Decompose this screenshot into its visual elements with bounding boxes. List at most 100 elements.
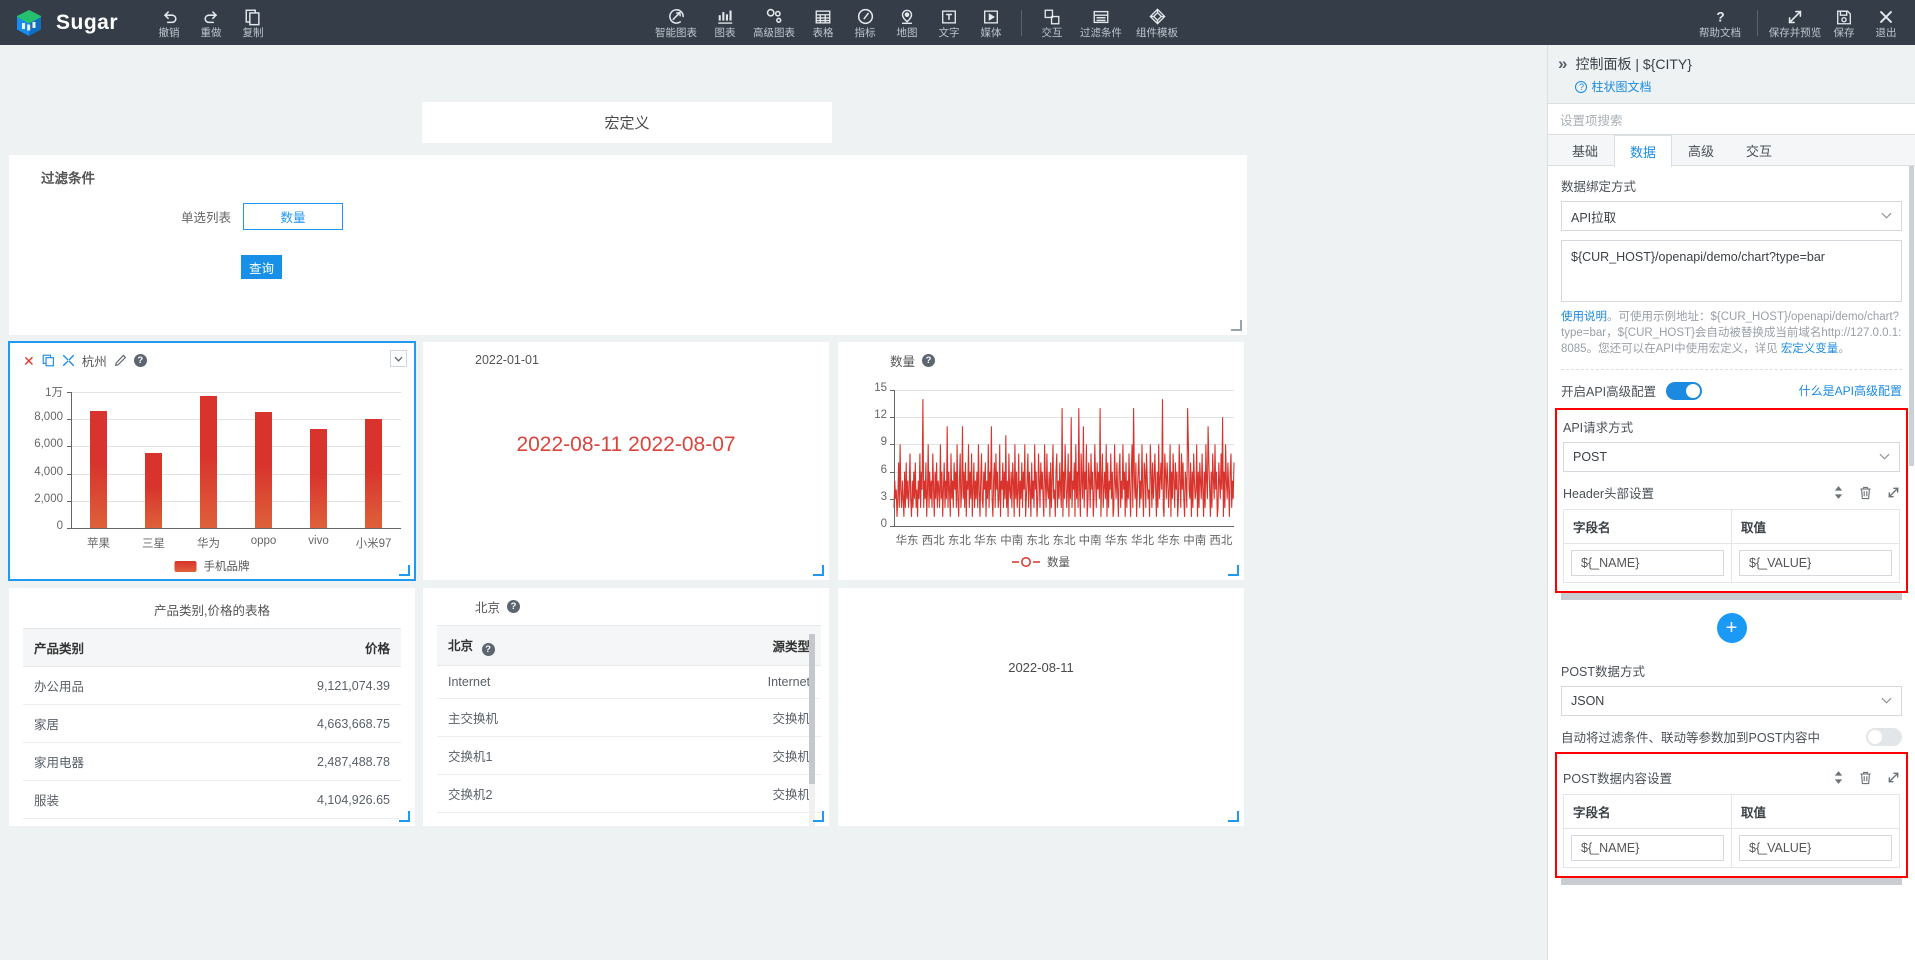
table-row[interactable]: 办公用品 9,121,074.39 xyxy=(23,666,401,705)
post-table-hscrollbar[interactable] xyxy=(1561,878,1902,885)
table-row[interactable]: 交换机2 交换机 xyxy=(437,774,821,813)
beijing-table-body: Internet Internet 主交换机 交换机 交换机1 交换机 交换机2… xyxy=(437,665,821,826)
table-row[interactable]: 家居 4,663,668.75 xyxy=(23,704,401,743)
save-button[interactable]: 保存 xyxy=(1823,1,1865,45)
resize-handle[interactable] xyxy=(1228,565,1239,576)
copy-icon[interactable] xyxy=(42,354,55,367)
table-row[interactable]: 主交换机 交换机 xyxy=(437,698,821,737)
edit-pencil-icon[interactable] xyxy=(114,354,127,367)
settings-scrollbar[interactable] xyxy=(1909,166,1914,466)
api-method-select[interactable]: POST xyxy=(1563,442,1900,472)
help-doc-button[interactable]: ? 帮助文档 xyxy=(1692,1,1748,45)
beijing-table-widget[interactable]: 北京 ? 北京 ? 源类型 Internet Internet 主交换机 交换机… xyxy=(423,588,829,826)
filter-single-select[interactable]: 数量 xyxy=(243,203,344,230)
add-header-row-button[interactable]: + xyxy=(1716,613,1747,643)
delete-icon[interactable] xyxy=(1859,486,1872,500)
macro-variable-link[interactable]: 宏定义变量 xyxy=(1781,343,1839,355)
save-preview-button[interactable]: 保存并预览 xyxy=(1767,1,1823,45)
chart-doc-link[interactable]: ? 柱状图文档 xyxy=(1575,78,1691,95)
undo-button[interactable]: 撤销 xyxy=(148,1,190,45)
table-scrollbar-thumb[interactable] xyxy=(809,634,815,784)
interaction-icon xyxy=(1043,7,1061,26)
post-field-value-input[interactable]: ${_VALUE} xyxy=(1739,835,1892,861)
table-row[interactable]: 服装 4,104,926.65 xyxy=(23,780,401,819)
advanced-chart-button[interactable]: 高级图表 xyxy=(746,1,802,45)
chart-button[interactable]: 图表 xyxy=(704,1,746,45)
media-button[interactable]: 媒体 xyxy=(970,1,1012,45)
beijing-table-col-0[interactable]: 北京 ? xyxy=(437,625,640,666)
resize-handle[interactable] xyxy=(813,811,824,822)
chart-legend[interactable]: 数量 xyxy=(1012,554,1070,570)
collapse-panel-icon[interactable]: » xyxy=(1558,54,1568,95)
tab-advanced[interactable]: 高级 xyxy=(1672,135,1730,165)
query-button[interactable]: 查询 xyxy=(241,255,282,279)
post-kv-table: 字段名 取值 ${_NAME} ${_VALUE} xyxy=(1563,794,1900,868)
chart-legend[interactable]: 手机品牌 xyxy=(174,558,250,574)
bar-chart-widget[interactable]: ✕ 杭州 ? 0 2,000 4,000 6,000 8,000 1万 苹果 三… xyxy=(8,341,416,581)
help-icon[interactable]: ? xyxy=(133,354,147,367)
resize-handle[interactable] xyxy=(1228,811,1239,822)
resize-handle[interactable] xyxy=(399,811,410,822)
metric-button[interactable]: 指标 xyxy=(844,1,886,45)
interaction-button[interactable]: 交互 xyxy=(1031,1,1073,45)
resize-handle[interactable] xyxy=(813,565,824,576)
sort-icon[interactable] xyxy=(1833,771,1844,784)
expand-icon[interactable] xyxy=(1887,486,1900,499)
plain-text-widget[interactable]: 2022-08-11 xyxy=(838,588,1244,826)
widget-dropdown-caret[interactable] xyxy=(390,350,407,367)
usage-doc-link[interactable]: 使用说明 xyxy=(1561,311,1607,323)
table-row[interactable]: 交换机3 交换机 xyxy=(437,812,821,826)
settings-scroll-area[interactable]: 数据绑定方式 API拉取 ${CUR_HOST}/openapi/demo/ch… xyxy=(1548,166,1915,960)
table-button[interactable]: 表格 xyxy=(802,1,844,45)
tab-basic[interactable]: 基础 xyxy=(1556,135,1614,165)
map-button[interactable]: 地图 xyxy=(886,1,928,45)
auto-param-toggle[interactable] xyxy=(1866,727,1902,746)
resize-handle[interactable] xyxy=(1231,320,1242,331)
expand-icon[interactable] xyxy=(62,354,75,367)
table-row[interactable]: 交换机1 交换机 xyxy=(437,736,821,775)
filter-condition-widget[interactable]: 过滤条件 单选列表 数量 查询 xyxy=(9,155,1247,335)
table-row[interactable]: 家用电器 2,487,488.78 xyxy=(23,742,401,781)
help-icon[interactable]: ? xyxy=(922,354,936,367)
tab-data[interactable]: 数据 xyxy=(1614,135,1673,167)
design-canvas[interactable]: 宏定义 过滤条件 单选列表 数量 查询 ✕ 杭州 ? 0 2,000 4,000… xyxy=(0,45,1547,960)
exit-button[interactable]: 退出 xyxy=(1865,1,1907,45)
copy-icon xyxy=(244,7,262,26)
price-table-col-1[interactable]: 价格 xyxy=(185,628,401,667)
price-table-col-0[interactable]: 产品类别 xyxy=(23,628,186,667)
auto-param-label: 自动将过滤条件、联动等参数加到POST内容中 xyxy=(1561,731,1821,745)
advanced-config-help-link[interactable]: 什么是API高级配置 xyxy=(1799,382,1902,399)
header-table-hscrollbar[interactable] xyxy=(1561,593,1902,600)
date-text-widget[interactable]: 2022-01-01 2022-08-11 2022-08-07 xyxy=(423,342,829,580)
text-button[interactable]: 文字 xyxy=(928,1,970,45)
x-axis-tick-label: 小米97 xyxy=(355,538,392,550)
component-template-button[interactable]: 组件模板 xyxy=(1129,1,1185,45)
table-scrollbar[interactable] xyxy=(809,634,815,826)
sort-icon[interactable] xyxy=(1833,486,1844,499)
header-field-value-input[interactable]: ${_VALUE} xyxy=(1739,550,1892,576)
redo-button[interactable]: 重做 xyxy=(190,1,232,45)
header-field-name-input[interactable]: ${_NAME} xyxy=(1571,550,1724,576)
advanced-config-toggle[interactable] xyxy=(1666,381,1703,400)
delete-icon[interactable] xyxy=(1859,771,1872,785)
help-icon[interactable]: ? xyxy=(481,643,495,656)
help-icon[interactable]: ? xyxy=(507,600,521,613)
settings-search-input[interactable]: 设置项搜索 xyxy=(1548,104,1915,135)
tab-interaction[interactable]: 交互 xyxy=(1730,135,1788,165)
post-mode-select[interactable]: JSON xyxy=(1561,686,1902,716)
beijing-table-col-1[interactable]: 源类型 xyxy=(639,625,821,666)
resize-handle[interactable] xyxy=(399,565,410,576)
post-field-name-input[interactable]: ${_NAME} xyxy=(1571,835,1724,861)
advanced-chart-label: 高级图表 xyxy=(753,26,795,39)
close-icon[interactable]: ✕ xyxy=(23,354,35,368)
macro-title-widget[interactable]: 宏定义 xyxy=(422,102,832,143)
price-table-widget[interactable]: 产品类别,价格的表格 产品类别 价格 办公用品 9,121,074.39 家居 … xyxy=(9,588,415,826)
filter-button[interactable]: 过滤条件 xyxy=(1073,1,1129,45)
bind-mode-select[interactable]: API拉取 xyxy=(1561,201,1902,231)
smart-chart-button[interactable]: 智能图表 xyxy=(648,1,704,45)
line-chart-widget[interactable]: 数量 ? 0 3 6 9 12 15 华东 西北 东北 华东 中南 东北 东北 中南 华东 华北 华东 中南 西北… xyxy=(838,342,1244,580)
api-url-input[interactable]: ${CUR_HOST}/openapi/demo/chart?type=bar xyxy=(1561,240,1902,302)
expand-icon[interactable] xyxy=(1887,771,1900,784)
copy-button[interactable]: 复制 xyxy=(232,1,274,45)
table-row[interactable]: Internet Internet xyxy=(437,665,821,699)
